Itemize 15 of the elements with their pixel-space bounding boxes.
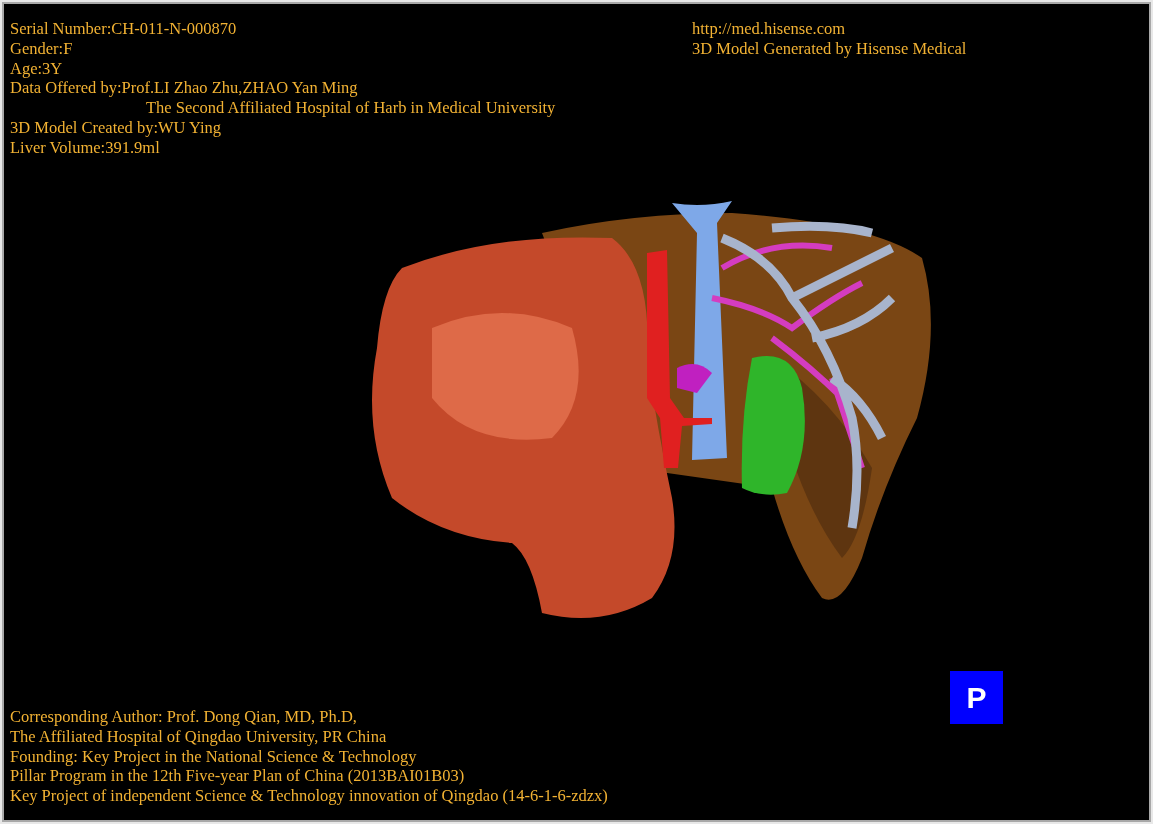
credit-text: Founding: Key Project in the National Science & Technology bbox=[10, 746, 418, 767]
info-text: Liver Volume:391.9ml bbox=[10, 137, 161, 158]
credit-text: Corresponding Author: Prof. Dong Qian, MD, Ph.D, bbox=[10, 707, 358, 727]
info-text: Serial Number:CH-011-N-000870 bbox=[10, 19, 238, 39]
info-text: The Second Affiliated Hospital of Harb in Medical University bbox=[145, 98, 557, 118]
info-text: 3D Model Generated by Hisense Medical bbox=[692, 38, 968, 59]
info-text: Age:3Y bbox=[10, 58, 64, 79]
credit-text: The Affiliated Hospital of Qingdao University, PR China bbox=[10, 726, 388, 747]
credit-text: Key Project of independent Science & Technology innovation of Qingdao (14-6-1-6-zdzx) bbox=[10, 786, 609, 806]
credit-text: Pillar Program in the 12th Five-year Plan of China (2013BAI01B03) bbox=[10, 766, 466, 787]
info-text: Data Offered by:Prof.LI Zhao Zhu,ZHAO Yan Ming bbox=[10, 78, 359, 99]
view-button[interactable]: P bbox=[950, 671, 1003, 724]
info-text: 3D Model Created by:WU Ying bbox=[10, 118, 223, 138]
info-text: Gender:F bbox=[10, 38, 74, 59]
info-text: http://med.hisense.com bbox=[692, 19, 847, 39]
